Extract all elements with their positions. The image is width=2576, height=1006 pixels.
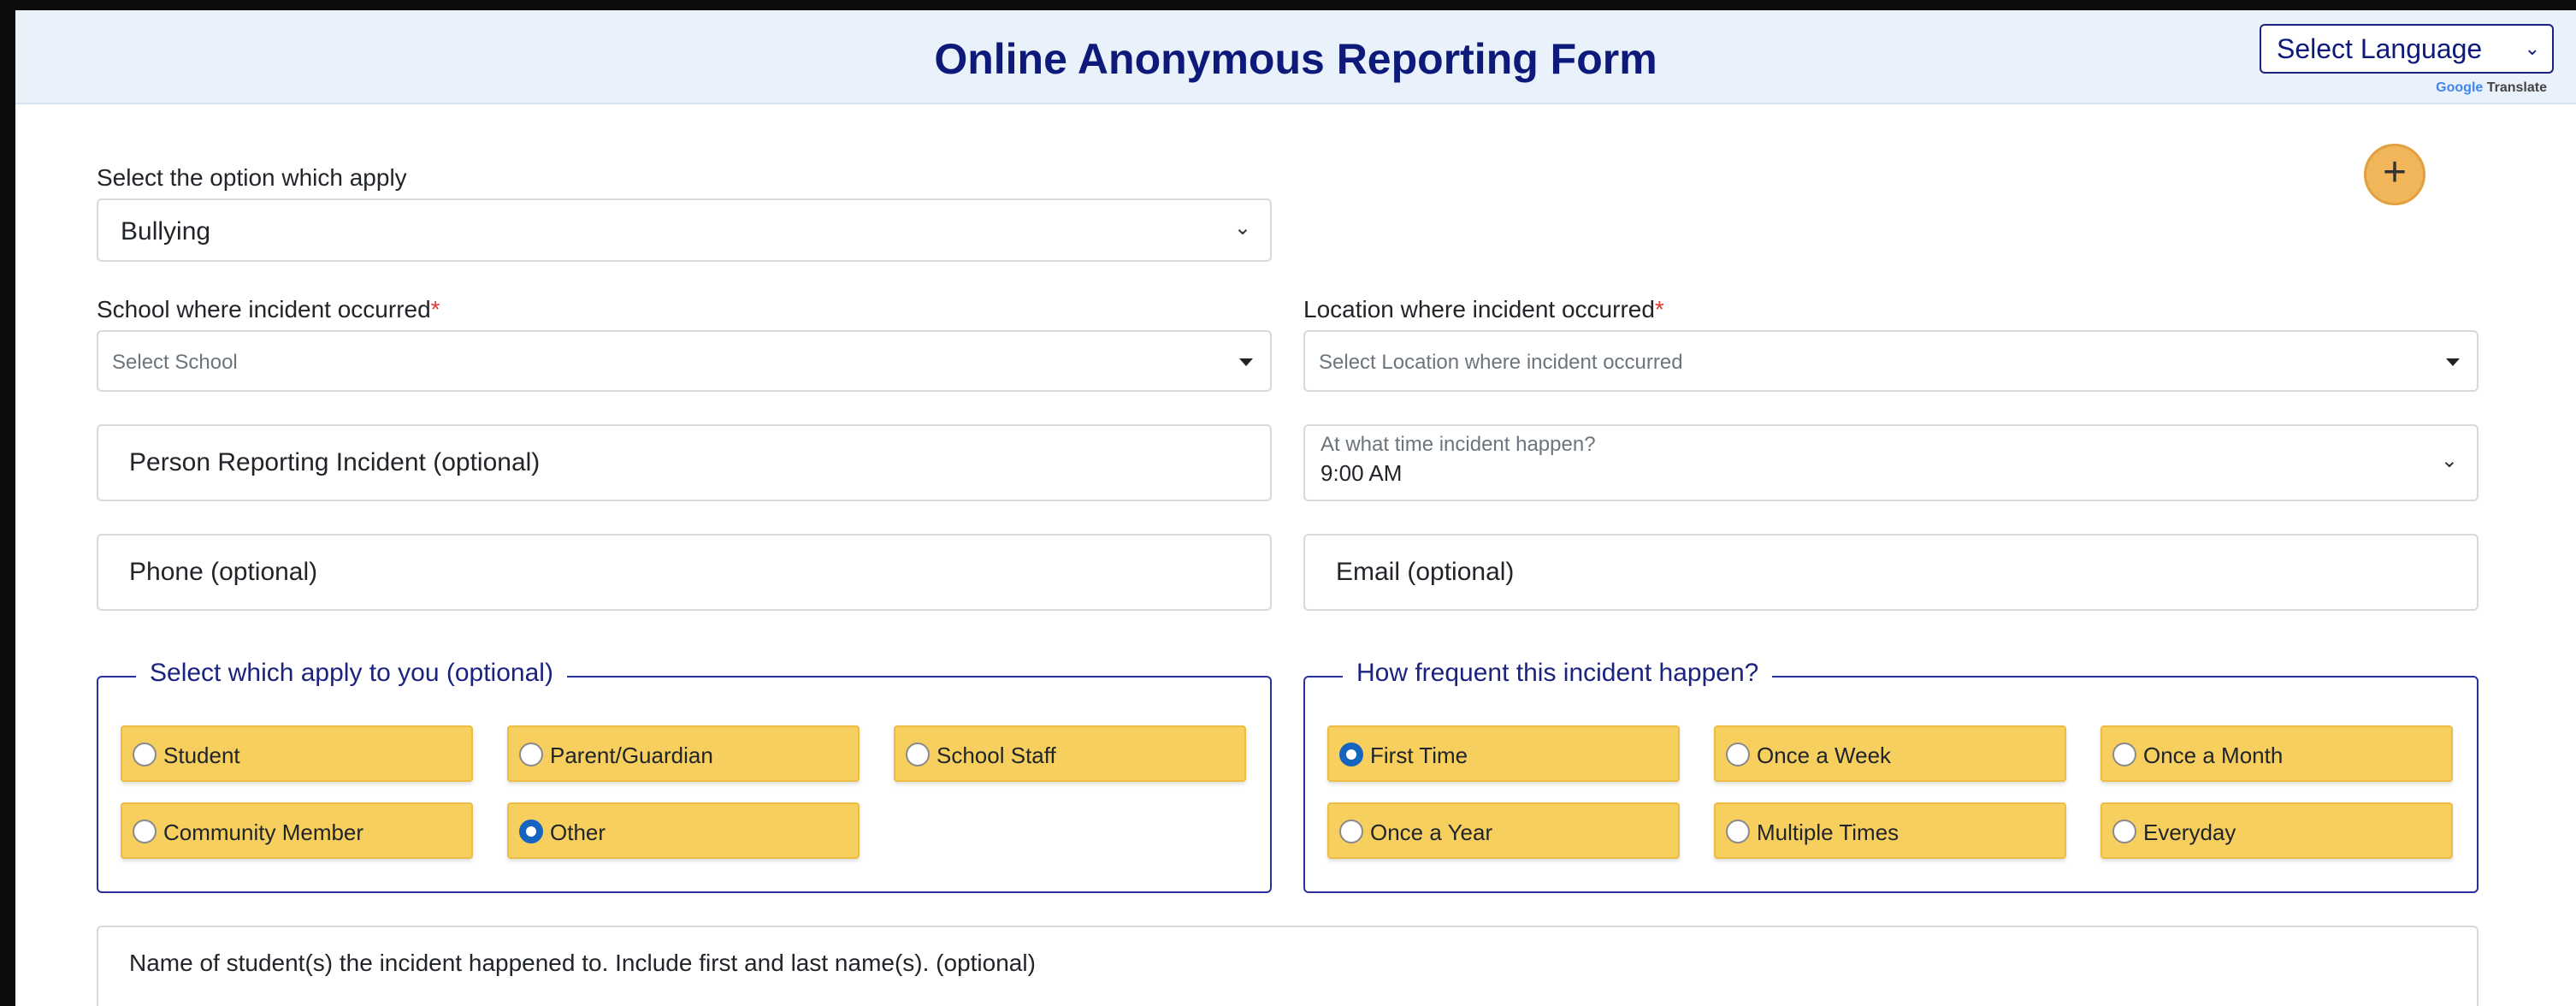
option-multiple-times[interactable]: Multiple Times <box>1714 802 2066 859</box>
location-label-text: Location where incident occurred <box>1303 296 1655 323</box>
option-school-staff[interactable]: School Staff <box>894 725 1246 782</box>
email-placeholder: Email (optional) <box>1336 558 1515 586</box>
location-placeholder: Select Location where incident occurred <box>1319 351 1683 374</box>
option-everyday[interactable]: Everyday <box>2100 802 2453 859</box>
chevron-down-icon: ⌄ <box>1233 216 1251 240</box>
school-select[interactable]: Select School <box>97 330 1272 392</box>
option-student[interactable]: Student <box>121 725 473 782</box>
language-selector-wrapper: Select Language ⌄ Google Translate <box>2260 24 2554 104</box>
left-border <box>0 0 15 1006</box>
radio-other[interactable] <box>519 820 543 843</box>
caret-down-icon <box>2446 358 2460 366</box>
page-title: Online Anonymous Reporting Form <box>934 35 1657 83</box>
radio-school-staff[interactable] <box>906 743 930 766</box>
incident-time-select[interactable]: At what time incident happen? 9:00 AM ⌄ <box>1303 424 2479 501</box>
option-first-time-label: First Time <box>1370 743 1468 768</box>
frequency-fieldset: How frequent this incident happen? First… <box>1303 659 2479 893</box>
option-once-a-month[interactable]: Once a Month <box>2100 725 2453 782</box>
caret-down-icon <box>1239 358 1253 366</box>
language-select-label: Select Language <box>2277 33 2483 64</box>
location-select[interactable]: Select Location where incident occurred <box>1303 330 2479 392</box>
person-reporting-input[interactable]: Person Reporting Incident (optional) <box>97 424 1272 501</box>
option-select[interactable]: Bullying ⌄ <box>97 198 1272 262</box>
page: Online Anonymous Reporting Form Select L… <box>0 0 2576 1006</box>
person-reporting-placeholder: Person Reporting Incident (optional) <box>129 448 541 476</box>
required-mark: * <box>430 296 440 323</box>
email-input[interactable]: Email (optional) <box>1303 534 2479 611</box>
option-multiple-times-label: Multiple Times <box>1757 820 1900 845</box>
option-once-a-year[interactable]: Once a Year <box>1327 802 1680 859</box>
option-once-a-week[interactable]: Once a Week <box>1714 725 2066 782</box>
incident-time-value: 9:00 AM <box>1320 460 1403 486</box>
radio-student[interactable] <box>133 743 157 766</box>
school-label-text: School where incident occurred <box>97 296 431 323</box>
option-once-a-year-label: Once a Year <box>1370 820 1493 845</box>
option-once-a-week-label: Once a Week <box>1757 743 1892 768</box>
school-label: School where incident occurred* <box>97 296 440 323</box>
option-community-member-label: Community Member <box>163 820 364 845</box>
plus-icon: + <box>2382 150 2408 195</box>
applies-to-fieldset: Select which apply to you (optional) Stu… <box>97 659 1272 893</box>
top-border <box>0 0 2576 10</box>
powered-by-google-translate[interactable]: Google Translate <box>2436 80 2547 96</box>
location-label: Location where incident occurred* <box>1303 296 1664 323</box>
radio-once-a-year[interactable] <box>1339 820 1363 843</box>
radio-once-a-month[interactable] <box>2112 743 2136 766</box>
radio-community-member[interactable] <box>133 820 157 843</box>
radio-everyday[interactable] <box>2112 820 2136 843</box>
incident-time-label: At what time incident happen? <box>1320 433 1596 456</box>
option-once-a-month-label: Once a Month <box>2143 743 2284 768</box>
required-mark: * <box>1654 296 1664 323</box>
school-placeholder: Select School <box>112 351 238 374</box>
option-everyday-label: Everyday <box>2143 820 2236 845</box>
option-label: Select the option which apply <box>97 164 407 191</box>
option-select-value: Bullying <box>121 217 211 246</box>
student-names-textarea[interactable]: Name of student(s) the incident happened… <box>97 926 2479 1006</box>
header-bar: Online Anonymous Reporting Form Select L… <box>15 10 2576 104</box>
radio-multiple-times[interactable] <box>1726 820 1750 843</box>
chevron-down-icon: ⌄ <box>2440 449 2458 472</box>
phone-placeholder: Phone (optional) <box>129 558 318 586</box>
chevron-down-icon: ⌄ <box>2524 38 2540 59</box>
option-school-staff-label: School Staff <box>936 743 1056 768</box>
radio-first-time[interactable] <box>1339 743 1363 766</box>
translate-text: Translate <box>2486 80 2547 95</box>
option-parent-guardian[interactable]: Parent/Guardian <box>507 725 860 782</box>
google-logo: Google <box>2436 80 2484 95</box>
option-parent-guardian-label: Parent/Guardian <box>550 743 713 768</box>
phone-input[interactable]: Phone (optional) <box>97 534 1272 611</box>
option-first-time[interactable]: First Time <box>1327 725 1680 782</box>
student-names-placeholder: Name of student(s) the incident happened… <box>129 950 1036 976</box>
option-other-label: Other <box>550 820 606 845</box>
frequency-legend: How frequent this incident happen? <box>1343 659 1773 688</box>
applies-to-legend: Select which apply to you (optional) <box>136 659 567 688</box>
language-select[interactable]: Select Language ⌄ <box>2260 24 2554 74</box>
add-button[interactable]: + <box>2364 144 2425 205</box>
radio-once-a-week[interactable] <box>1726 743 1750 766</box>
option-community-member[interactable]: Community Member <box>121 802 473 859</box>
option-student-label: Student <box>163 743 240 768</box>
option-other[interactable]: Other <box>507 802 860 859</box>
radio-parent-guardian[interactable] <box>519 743 543 766</box>
